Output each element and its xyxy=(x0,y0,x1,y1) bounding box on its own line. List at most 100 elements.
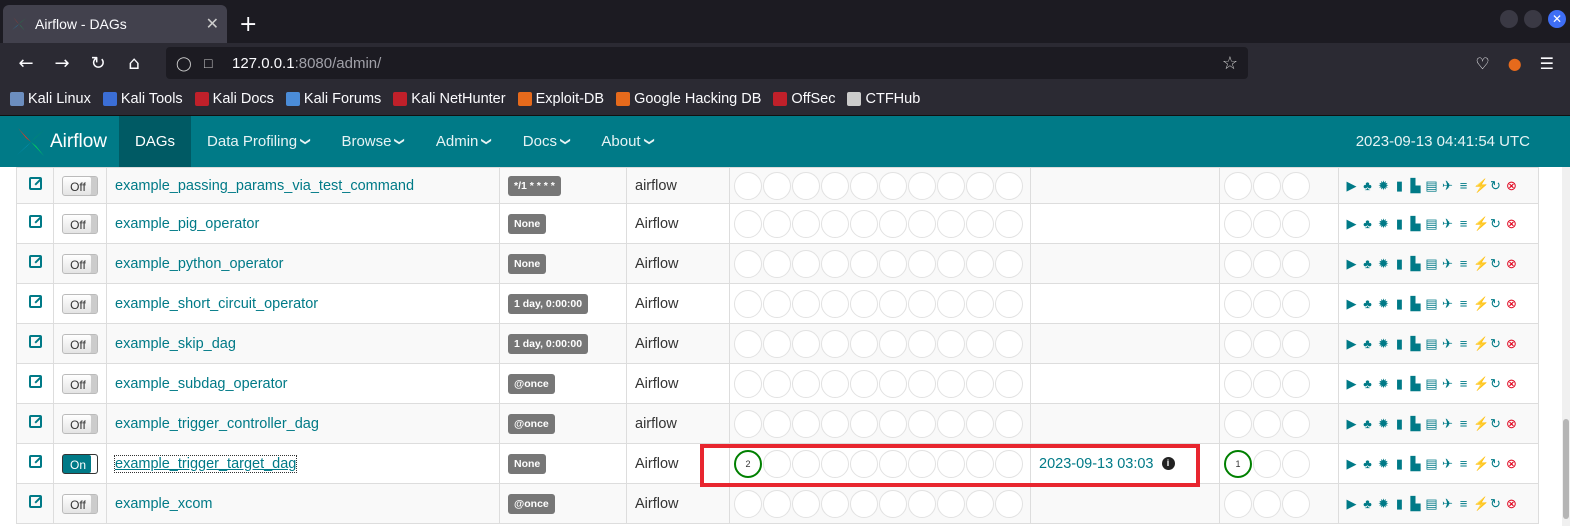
run-state-circle[interactable] xyxy=(763,489,791,518)
run-state-circle[interactable] xyxy=(966,249,994,278)
run-state-circle[interactable] xyxy=(966,409,994,438)
dag-toggle[interactable]: Off xyxy=(62,413,98,434)
nav-about[interactable]: About ❯ xyxy=(585,116,669,167)
run-state-circle[interactable] xyxy=(734,369,762,398)
gantt-icon[interactable]: ✈ xyxy=(1441,416,1454,432)
run-state-circle[interactable] xyxy=(763,329,791,358)
run-state-circle[interactable] xyxy=(966,209,994,238)
dag-toggle[interactable]: Off xyxy=(62,333,98,354)
shield-icon[interactable]: ◯ xyxy=(176,55,194,72)
run-state-circle[interactable] xyxy=(763,409,791,438)
run-state-circle[interactable] xyxy=(879,409,907,438)
page-info-icon[interactable]: □ xyxy=(204,55,222,71)
task-state-circle[interactable] xyxy=(1282,289,1310,318)
run-state-circle[interactable] xyxy=(995,409,1023,438)
maximize-button[interactable] xyxy=(1524,10,1542,28)
bookmark-item[interactable]: CTFHub xyxy=(847,91,920,107)
run-state-circle[interactable] xyxy=(879,329,907,358)
duration-chart-icon[interactable]: ▮ xyxy=(1393,216,1406,232)
run-state-circle[interactable] xyxy=(792,489,820,518)
task-state-circle[interactable] xyxy=(1282,489,1310,518)
dag-link[interactable]: example_short_circuit_operator xyxy=(115,296,318,312)
run-state-circle[interactable] xyxy=(937,489,965,518)
delete-icon[interactable]: ⊗ xyxy=(1505,216,1518,232)
graph-icon[interactable]: ✹ xyxy=(1377,496,1390,512)
run-state-circle[interactable] xyxy=(908,369,936,398)
run-state-circle[interactable] xyxy=(908,489,936,518)
task-state-circle[interactable] xyxy=(1253,489,1281,518)
run-state-circle[interactable] xyxy=(995,289,1023,318)
nav-docs[interactable]: Docs ❯ xyxy=(507,116,586,167)
dag-toggle[interactable]: Off xyxy=(62,493,98,514)
run-state-circle[interactable] xyxy=(792,409,820,438)
run-state-circle[interactable] xyxy=(879,249,907,278)
landing-times-icon[interactable]: ▤ xyxy=(1425,496,1438,512)
duration-chart-icon[interactable]: ▮ xyxy=(1393,296,1406,312)
duration-chart-icon[interactable]: ▮ xyxy=(1393,178,1406,194)
run-state-circle[interactable] xyxy=(821,409,849,438)
task-state-circle[interactable] xyxy=(1253,209,1281,238)
bookmark-item[interactable]: Kali NetHunter xyxy=(393,91,506,107)
url-bar[interactable]: ◯ □ 127.0.0.1:8080/admin/ ☆ xyxy=(166,47,1248,79)
run-state-circle[interactable] xyxy=(850,249,878,278)
play-icon[interactable]: ▶ xyxy=(1345,216,1358,232)
run-state-circle[interactable] xyxy=(850,409,878,438)
info-icon[interactable]: i xyxy=(1161,457,1175,470)
task-state-circle[interactable] xyxy=(1253,329,1281,358)
run-state-circle[interactable] xyxy=(792,329,820,358)
logs-icon[interactable]: ⚡ xyxy=(1473,216,1489,232)
run-state-circle[interactable] xyxy=(734,171,762,200)
refresh-icon[interactable]: ↻ xyxy=(1489,296,1502,312)
landing-times-icon[interactable]: ▤ xyxy=(1425,256,1438,272)
task-state-circle[interactable] xyxy=(1253,369,1281,398)
run-state-circle[interactable] xyxy=(995,449,1023,478)
duration-chart-icon[interactable]: ▮ xyxy=(1393,256,1406,272)
tries-icon[interactable]: ▙ xyxy=(1409,178,1422,194)
run-state-circle[interactable] xyxy=(792,369,820,398)
tries-icon[interactable]: ▙ xyxy=(1409,496,1422,512)
task-state-circle[interactable] xyxy=(1282,449,1310,478)
bookmark-item[interactable]: Kali Tools xyxy=(102,91,183,107)
code-icon[interactable]: ≡ xyxy=(1457,178,1470,193)
bookmark-item[interactable]: Kali Forums xyxy=(285,91,381,107)
edit-icon[interactable] xyxy=(28,335,42,348)
tree-icon[interactable]: ♣ xyxy=(1361,216,1374,231)
logs-icon[interactable]: ⚡ xyxy=(1473,416,1489,432)
run-state-circle[interactable] xyxy=(734,209,762,238)
code-icon[interactable]: ≡ xyxy=(1457,296,1470,311)
task-state-circle[interactable] xyxy=(1253,289,1281,318)
edit-icon[interactable] xyxy=(28,455,42,468)
delete-icon[interactable]: ⊗ xyxy=(1505,296,1518,312)
run-state-circle[interactable] xyxy=(966,289,994,318)
run-state-circle[interactable] xyxy=(937,409,965,438)
gantt-icon[interactable]: ✈ xyxy=(1441,496,1454,512)
tries-icon[interactable]: ▙ xyxy=(1409,456,1422,472)
run-state-circle[interactable] xyxy=(763,209,791,238)
task-state-circle[interactable] xyxy=(1282,249,1310,278)
bookmark-item[interactable]: Kali Docs xyxy=(194,91,274,107)
run-state-circle[interactable] xyxy=(995,489,1023,518)
play-icon[interactable]: ▶ xyxy=(1345,296,1358,312)
landing-times-icon[interactable]: ▤ xyxy=(1425,296,1438,312)
logs-icon[interactable]: ⚡ xyxy=(1473,256,1489,272)
run-state-circle[interactable] xyxy=(937,249,965,278)
graph-icon[interactable]: ✹ xyxy=(1377,376,1390,392)
refresh-icon[interactable]: ↻ xyxy=(1489,496,1502,512)
task-state-circle[interactable] xyxy=(1282,329,1310,358)
run-state-circle[interactable] xyxy=(879,171,907,200)
play-icon[interactable]: ▶ xyxy=(1345,376,1358,392)
duration-chart-icon[interactable]: ▮ xyxy=(1393,456,1406,472)
edit-icon[interactable] xyxy=(28,215,42,228)
graph-icon[interactable]: ✹ xyxy=(1377,256,1390,272)
gantt-icon[interactable]: ✈ xyxy=(1441,256,1454,272)
nav-data-profiling[interactable]: Data Profiling ❯ xyxy=(191,116,325,167)
tab-close-icon[interactable]: ✕ xyxy=(206,14,219,34)
run-state-circle[interactable] xyxy=(763,369,791,398)
edit-icon[interactable] xyxy=(28,177,42,190)
logs-icon[interactable]: ⚡ xyxy=(1473,336,1489,352)
window-close-button[interactable]: ✕ xyxy=(1548,10,1566,28)
run-state-circle[interactable] xyxy=(995,249,1023,278)
code-icon[interactable]: ≡ xyxy=(1457,496,1470,511)
delete-icon[interactable]: ⊗ xyxy=(1505,336,1518,352)
tree-icon[interactable]: ♣ xyxy=(1361,336,1374,351)
